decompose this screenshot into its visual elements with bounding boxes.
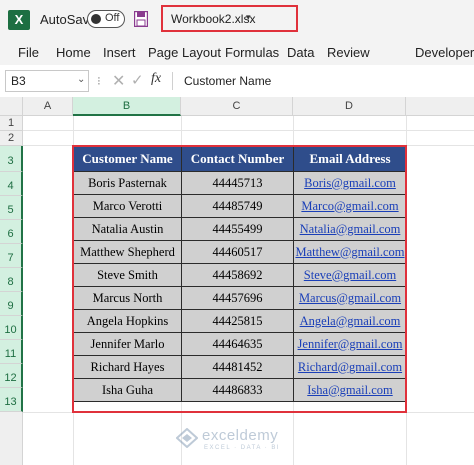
cell-contact-number[interactable]: 44481452: [181, 355, 294, 379]
ribbon-tabs: File Home Insert Page Layout Formulas Da…: [0, 40, 474, 65]
cell-email-link[interactable]: Boris@gmail.com: [293, 171, 407, 195]
table-row: Angela Hopkins 44425815 Angela@gmail.com: [73, 309, 407, 333]
table-row: Steve Smith 44458692 Steve@gmail.com: [73, 263, 407, 287]
insert-function-icon[interactable]: fx: [151, 71, 161, 87]
row-header-7[interactable]: 7: [0, 244, 23, 268]
cell-customer-name[interactable]: Isha Guha: [73, 378, 182, 402]
cell-email-link[interactable]: Natalia@gmail.com: [293, 217, 407, 241]
cell-email-link[interactable]: Matthew@gmail.com: [293, 240, 407, 264]
tab-file[interactable]: File: [18, 45, 39, 60]
autosave-state: Off: [105, 12, 120, 24]
excel-logo-icon: X: [8, 10, 30, 30]
chevron-down-icon[interactable]: ⌄: [77, 74, 85, 85]
row-header-3[interactable]: 3: [0, 146, 23, 172]
check-icon[interactable]: ✓: [131, 71, 144, 89]
cell-contact-number[interactable]: 44486833: [181, 378, 294, 402]
name-box-value: B3: [11, 74, 26, 88]
tab-home[interactable]: Home: [56, 45, 91, 60]
table-row: Richard Hayes 44481452 Richard@gmail.com: [73, 355, 407, 379]
row-header-12[interactable]: 12: [0, 364, 23, 388]
row-header-2[interactable]: 2: [0, 131, 23, 146]
cell-customer-name[interactable]: Marco Verotti: [73, 194, 182, 218]
save-icon[interactable]: [134, 11, 148, 27]
cell-customer-name[interactable]: Jennifer Marlo: [73, 332, 182, 356]
row-header-9[interactable]: 9: [0, 292, 23, 316]
vertical-dots-icon: ⁝: [97, 74, 101, 88]
cell-contact-number[interactable]: 44455499: [181, 217, 294, 241]
cell-customer-name[interactable]: Matthew Shepherd: [73, 240, 182, 264]
row-header-8[interactable]: 8: [0, 268, 23, 292]
gridline: [23, 412, 474, 413]
header-customer-name[interactable]: Customer Name: [73, 146, 182, 172]
tab-insert[interactable]: Insert: [103, 45, 136, 60]
cell-customer-name[interactable]: Boris Pasternak: [73, 171, 182, 195]
row-header-10[interactable]: 10: [0, 316, 23, 340]
cell-email-link[interactable]: Marcus@gmail.com: [293, 286, 407, 310]
cell-email-link[interactable]: Isha@gmail.com: [293, 378, 407, 402]
cell-customer-name[interactable]: Steve Smith: [73, 263, 182, 287]
tab-data[interactable]: Data: [287, 45, 314, 60]
cell-customer-name[interactable]: Marcus North: [73, 286, 182, 310]
row-header-14[interactable]: [0, 412, 23, 465]
column-header-e[interactable]: [406, 97, 474, 116]
row-header-1[interactable]: 1: [0, 116, 23, 131]
cell-contact-number[interactable]: 44425815: [181, 309, 294, 333]
gridline: [23, 130, 474, 131]
cell-contact-number[interactable]: 44485749: [181, 194, 294, 218]
cell-email-link[interactable]: Richard@gmail.com: [293, 355, 407, 379]
cell-email-link[interactable]: Angela@gmail.com: [293, 309, 407, 333]
tab-page-layout[interactable]: Page Layout: [148, 45, 221, 60]
cell-email-link[interactable]: Marco@gmail.com: [293, 194, 407, 218]
tab-review[interactable]: Review: [327, 45, 370, 60]
row-header-11[interactable]: 11: [0, 340, 23, 364]
cell-contact-number[interactable]: 44460517: [181, 240, 294, 264]
cell-contact-number[interactable]: 44464635: [181, 332, 294, 356]
select-all-corner[interactable]: [0, 97, 23, 116]
toggle-knob: [91, 14, 101, 24]
cell-customer-name[interactable]: Richard Hayes: [73, 355, 182, 379]
divider: [172, 72, 173, 90]
table-header-row: Customer Name Contact Number Email Addre…: [73, 146, 407, 172]
row-header-5[interactable]: 5: [0, 196, 23, 220]
table-row: Isha Guha 44486833 Isha@gmail.com: [73, 378, 407, 402]
cell-contact-number[interactable]: 44445713: [181, 171, 294, 195]
row-header-6[interactable]: 6: [0, 220, 23, 244]
filename[interactable]: Workbook2.xlsx: [171, 12, 255, 26]
row-header-4[interactable]: 4: [0, 172, 23, 196]
watermark-name: exceldemy: [202, 427, 279, 444]
cell-customer-name[interactable]: Natalia Austin: [73, 217, 182, 241]
tab-developer[interactable]: Developer: [415, 45, 474, 60]
cell-contact-number[interactable]: 44458692: [181, 263, 294, 287]
customer-table: Customer Name Contact Number Email Addre…: [73, 146, 407, 402]
table-row: Marco Verotti 44485749 Marco@gmail.com: [73, 194, 407, 218]
cell-contact-number[interactable]: 44457696: [181, 286, 294, 310]
autosave-toggle[interactable]: Off: [87, 10, 125, 28]
cell-email-link[interactable]: Steve@gmail.com: [293, 263, 407, 287]
column-header-a[interactable]: A: [23, 97, 73, 116]
formula-input[interactable]: Customer Name: [184, 74, 271, 88]
cell-customer-name[interactable]: Angela Hopkins: [73, 309, 182, 333]
exceldemy-logo-icon: [176, 428, 198, 448]
column-header-b[interactable]: B: [73, 97, 181, 116]
table-row: Marcus North 44457696 Marcus@gmail.com: [73, 286, 407, 310]
header-contact-number[interactable]: Contact Number: [181, 146, 294, 172]
row-header-13[interactable]: 13: [0, 388, 23, 412]
title-bar: X AutoSave Off Workbook2.xlsx ▾: [0, 0, 474, 40]
header-email-address[interactable]: Email Address: [293, 146, 407, 172]
chevron-down-icon[interactable]: ▾: [246, 12, 251, 23]
table-row: Boris Pasternak 44445713 Boris@gmail.com: [73, 171, 407, 195]
tab-formulas[interactable]: Formulas: [225, 45, 279, 60]
column-header-d[interactable]: D: [293, 97, 406, 116]
formula-bar: B3 ⌄ ⁝ ✕ ✓ fx Customer Name: [0, 65, 474, 98]
table-row: Natalia Austin 44455499 Natalia@gmail.co…: [73, 217, 407, 241]
table-row: Matthew Shepherd 44460517 Matthew@gmail.…: [73, 240, 407, 264]
cell-email-link[interactable]: Jennifer@gmail.com: [293, 332, 407, 356]
table-row: Jennifer Marlo 44464635 Jennifer@gmail.c…: [73, 332, 407, 356]
column-header-c[interactable]: C: [181, 97, 293, 116]
cancel-icon[interactable]: ✕: [112, 71, 125, 91]
watermark-tagline: EXCEL · DATA · BI: [204, 445, 281, 451]
